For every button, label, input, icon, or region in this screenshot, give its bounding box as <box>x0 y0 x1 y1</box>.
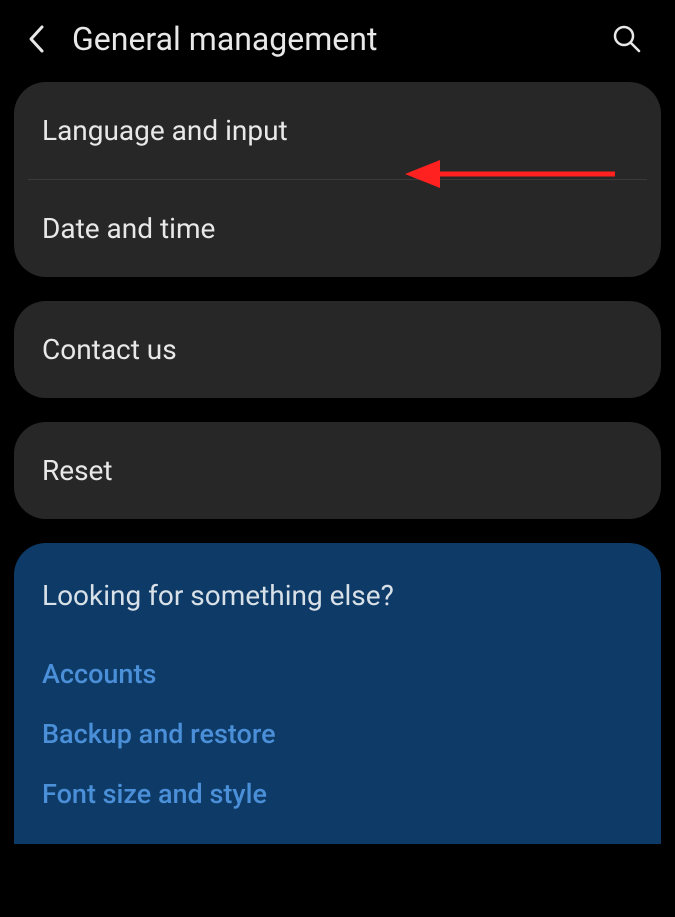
suggestion-link-label: Accounts <box>42 658 156 690</box>
list-item-date-time[interactable]: Date and time <box>14 180 661 277</box>
suggestion-link-label: Backup and restore <box>42 718 276 750</box>
content: Language and input Date and time Contact… <box>0 82 675 844</box>
suggestion-link-label: Font size and style <box>42 778 267 810</box>
suggestion-link-font-size-style[interactable]: Font size and style <box>42 764 633 824</box>
suggestion-link-backup-restore[interactable]: Backup and restore <box>42 704 633 764</box>
settings-group-2: Contact us <box>14 301 661 398</box>
list-item-label: Date and time <box>42 212 215 245</box>
list-item-label: Contact us <box>42 333 177 366</box>
suggestion-link-accounts[interactable]: Accounts <box>42 644 633 704</box>
suggestions-card: Looking for something else? Accounts Bac… <box>14 543 661 844</box>
list-item-label: Reset <box>42 454 113 487</box>
suggestions-title: Looking for something else? <box>42 579 633 612</box>
list-item-contact-us[interactable]: Contact us <box>14 301 661 398</box>
header: General management <box>0 0 675 82</box>
settings-group-3: Reset <box>14 422 661 519</box>
list-item-label: Language and input <box>42 114 288 147</box>
list-item-reset[interactable]: Reset <box>14 422 661 519</box>
search-icon[interactable] <box>611 23 643 55</box>
page-title: General management <box>72 20 587 58</box>
settings-group-1: Language and input Date and time <box>14 82 661 277</box>
back-icon[interactable] <box>24 21 48 57</box>
list-item-language-input[interactable]: Language and input <box>14 82 661 179</box>
